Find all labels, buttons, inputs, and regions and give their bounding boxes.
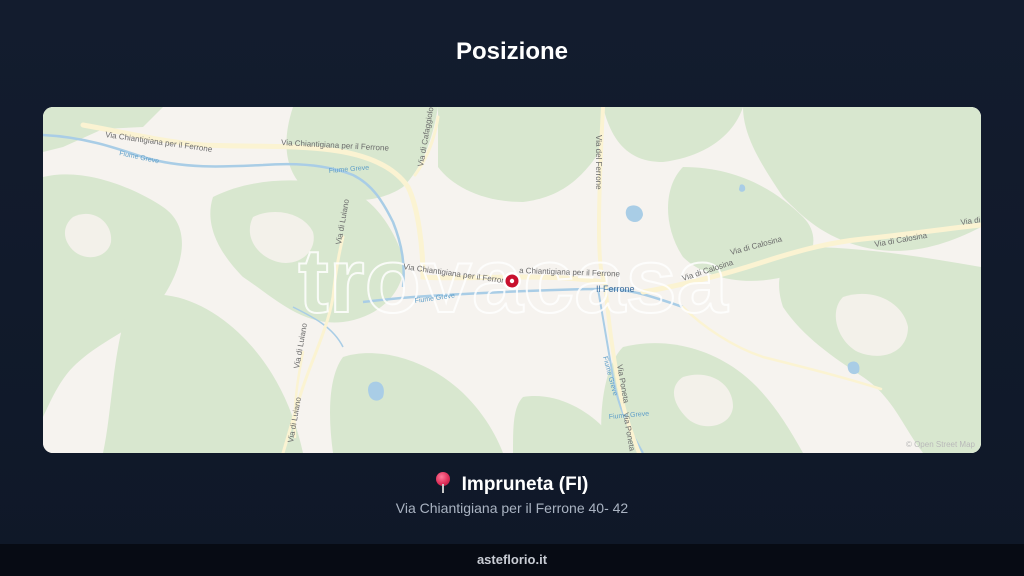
footer-brand[interactable]: asteflorio.it [0, 544, 1024, 576]
location-address: Via Chiantigiana per il Ferrone 40- 42 [395, 500, 629, 516]
location-marker-icon[interactable] [503, 272, 521, 290]
map-attribution: © Open Street Map [905, 440, 975, 449]
location-heading: Impruneta (FI) [0, 472, 1024, 496]
road-label: Via del Ferrone [594, 135, 603, 190]
map-canvas[interactable]: trovacasa Via Chiantigiana per il Ferron… [43, 107, 981, 453]
location-name: Impruneta (FI) [461, 474, 589, 495]
place-label-il-ferrone: Il Ferrone [596, 284, 635, 294]
page-title: Posizione [455, 38, 569, 65]
pushpin-icon [435, 472, 450, 493]
map-view[interactable]: trovacasa Via Chiantigiana per il Ferron… [43, 107, 981, 453]
